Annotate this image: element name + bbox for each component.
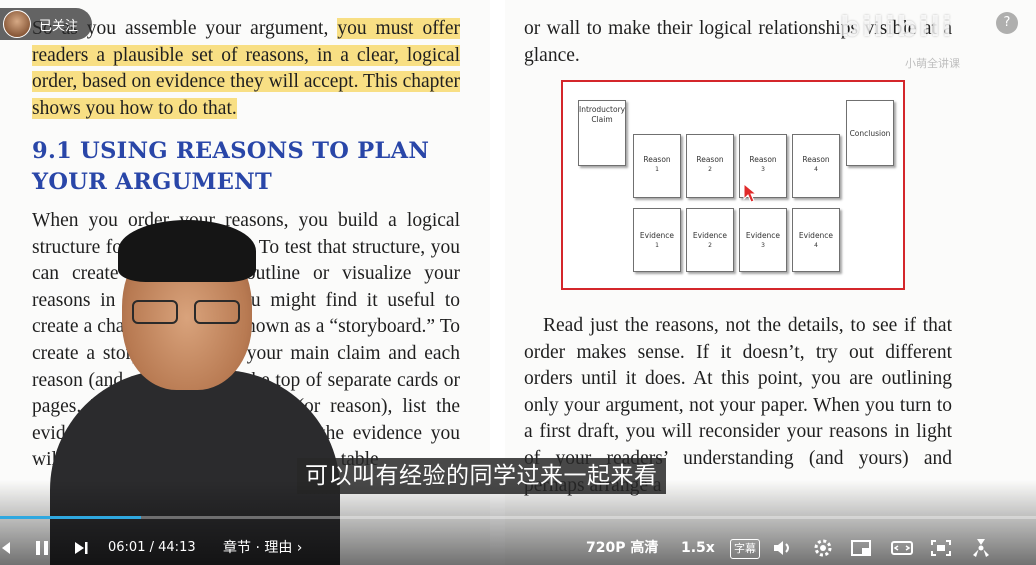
reason-card: Reason 4 [792, 134, 840, 198]
video-frame[interactable]: So as you assemble your argument, you mu… [0, 0, 1036, 565]
help-icon[interactable]: ? [996, 12, 1018, 34]
subtitle-label: 字幕 [730, 539, 760, 559]
volume-icon[interactable] [772, 536, 794, 560]
evidence-card-number: 2 [708, 242, 712, 249]
evidence-card-number: 1 [655, 242, 659, 249]
presenter-hair [118, 220, 256, 282]
evidence-card: Evidence 3 [739, 208, 787, 272]
speed-button[interactable]: 1.5x [681, 536, 715, 560]
reason-card: Reason 2 [686, 134, 734, 198]
evidence-card: Evidence 4 [792, 208, 840, 272]
reason-card-number: 4 [814, 166, 818, 173]
conclusion-card: Conclusion [846, 100, 894, 166]
uploader-avatar[interactable] [3, 10, 31, 38]
evidence-card-label: Evidence [692, 231, 728, 240]
settings-gear-icon[interactable] [812, 536, 834, 560]
current-time: 06:01 [108, 540, 146, 555]
evidence-card-number: 4 [814, 242, 818, 249]
evidence-card-label: Evidence [639, 231, 675, 240]
evidence-card-number: 3 [761, 242, 765, 249]
reason-card-label: Reason [802, 155, 830, 164]
next-button[interactable] [73, 536, 89, 560]
reason-card-label: Reason [749, 155, 777, 164]
progress-bar-fill [0, 516, 141, 519]
time-separator: / [149, 540, 154, 555]
time-display: 06:01 / 44:13 [108, 536, 196, 560]
reason-card-number: 3 [761, 166, 765, 173]
previous-icon[interactable] [0, 536, 12, 560]
chapter-label: 章节 · 理由 [223, 540, 293, 556]
reason-card-label: Reason [643, 155, 671, 164]
evidence-card: Evidence 1 [633, 208, 681, 272]
reason-card-number: 2 [708, 166, 712, 173]
chapter-button[interactable]: 章节 · 理由 › [223, 536, 302, 560]
introductory-claim-card: Introductory Claim [578, 100, 626, 166]
subtitle-button[interactable]: 字幕 [730, 536, 760, 560]
reason-card-label: Reason [696, 155, 724, 164]
interaction-icon[interactable] [970, 536, 992, 560]
picture-in-picture-icon[interactable] [850, 536, 874, 560]
total-time: 44:13 [158, 540, 196, 555]
follow-badge[interactable]: 已关注 [0, 8, 93, 40]
quality-button[interactable]: 720P 高清 [586, 536, 658, 560]
pause-button[interactable] [34, 536, 50, 560]
progress-bar[interactable] [0, 516, 1036, 519]
mouse-cursor-icon [743, 183, 757, 203]
follow-status-label: 已关注 [39, 18, 79, 34]
reason-card-number: 1 [655, 166, 659, 173]
chevron-right-icon: › [292, 540, 303, 556]
widescreen-icon[interactable] [890, 536, 914, 560]
evidence-card-label: Evidence [745, 231, 781, 240]
bilibili-watermark: bilibili [840, 10, 954, 43]
uploader-watermark: 小萌全讲课 [905, 57, 960, 70]
section-heading: 9.1 USING REASONS TO PLAN YOUR ARGUMENT [32, 138, 430, 195]
evidence-card: Evidence 2 [686, 208, 734, 272]
storyboard-diagram: Introductory Claim Conclusion Reason 1 Re… [561, 80, 905, 290]
reason-card: Reason 1 [633, 134, 681, 198]
evidence-card-label: Evidence [798, 231, 834, 240]
intro-paragraph: So as you assemble your argument, you mu… [32, 16, 460, 122]
presenter-glasses [132, 300, 244, 326]
fullscreen-icon[interactable] [929, 536, 953, 560]
